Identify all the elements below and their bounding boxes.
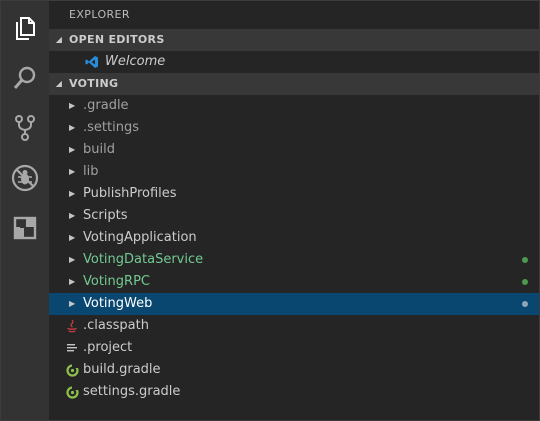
chevron-right-icon: ▶ bbox=[69, 233, 76, 242]
chevron-right-icon: ▶ bbox=[69, 211, 76, 220]
debug-activity-button[interactable] bbox=[1, 153, 49, 203]
lines-file-icon bbox=[65, 342, 79, 354]
folder-label: VotingWeb bbox=[83, 296, 153, 311]
search-activity-button[interactable] bbox=[1, 53, 49, 103]
gradle-icon bbox=[65, 363, 79, 377]
source-control-activity-button[interactable] bbox=[1, 103, 49, 153]
source-control-icon bbox=[12, 114, 38, 142]
explorer-sidebar: EXPLORER ◢ OPEN EDITORS Welcome ◢ VOTING… bbox=[49, 1, 539, 420]
explorer-activity-button[interactable] bbox=[1, 3, 49, 53]
folder-votingdataservice[interactable]: ▶ VotingDataService bbox=[49, 249, 539, 271]
folder-label: PublishProfiles bbox=[83, 186, 177, 201]
open-editor-item[interactable]: Welcome bbox=[49, 51, 539, 73]
folder-votingapplication[interactable]: ▶ VotingApplication bbox=[49, 227, 539, 249]
open-editors-header[interactable]: ◢ OPEN EDITORS bbox=[49, 29, 539, 51]
sidebar-title: EXPLORER bbox=[69, 8, 130, 21]
chevron-down-icon: ◢ bbox=[55, 79, 63, 88]
extensions-icon bbox=[12, 215, 38, 241]
vscode-window: EXPLORER ◢ OPEN EDITORS Welcome ◢ VOTING… bbox=[0, 0, 540, 421]
vscode-icon bbox=[85, 55, 99, 69]
files-icon bbox=[12, 15, 38, 41]
gradle-icon bbox=[65, 385, 79, 399]
file-label: settings.gradle bbox=[83, 384, 181, 399]
folder-settings[interactable]: ▶ .settings bbox=[49, 117, 539, 139]
folder-gradle[interactable]: ▶ .gradle bbox=[49, 95, 539, 117]
folder-scripts[interactable]: ▶ Scripts bbox=[49, 205, 539, 227]
file-project[interactable]: .project bbox=[49, 337, 539, 359]
folder-votingrpc[interactable]: ▶ VotingRPC bbox=[49, 271, 539, 293]
project-label: VOTING bbox=[69, 77, 119, 90]
chevron-right-icon: ▶ bbox=[69, 123, 76, 132]
folder-label: Scripts bbox=[83, 208, 128, 223]
chevron-right-icon: ▶ bbox=[69, 255, 76, 264]
folder-label: .settings bbox=[83, 120, 139, 135]
chevron-right-icon: ▶ bbox=[69, 167, 76, 176]
extensions-activity-button[interactable] bbox=[1, 203, 49, 253]
folder-build[interactable]: ▶ build bbox=[49, 139, 539, 161]
file-settings-gradle[interactable]: settings.gradle bbox=[49, 381, 539, 403]
java-icon bbox=[65, 319, 79, 333]
folder-publishprofiles[interactable]: ▶ PublishProfiles bbox=[49, 183, 539, 205]
open-editors-label: OPEN EDITORS bbox=[69, 33, 165, 46]
chevron-right-icon: ▶ bbox=[69, 189, 76, 198]
folder-votingweb[interactable]: ▶ VotingWeb bbox=[49, 293, 539, 315]
file-label: .classpath bbox=[83, 318, 149, 333]
modified-indicator bbox=[522, 279, 528, 285]
chevron-right-icon: ▶ bbox=[69, 299, 76, 308]
folder-label: build bbox=[83, 142, 115, 157]
file-label: build.gradle bbox=[83, 362, 161, 377]
chevron-right-icon: ▶ bbox=[69, 145, 76, 154]
folder-label: lib bbox=[83, 164, 99, 179]
folder-label: VotingRPC bbox=[83, 274, 150, 289]
folder-label: VotingApplication bbox=[83, 230, 197, 245]
chevron-right-icon: ▶ bbox=[69, 101, 76, 110]
modified-indicator bbox=[522, 301, 528, 307]
file-classpath[interactable]: .classpath bbox=[49, 315, 539, 337]
debug-icon bbox=[11, 164, 39, 192]
open-editor-label: Welcome bbox=[105, 54, 166, 69]
file-build-gradle[interactable]: build.gradle bbox=[49, 359, 539, 381]
folder-label: VotingDataService bbox=[83, 252, 204, 267]
activity-bar bbox=[1, 1, 49, 420]
modified-indicator bbox=[522, 257, 528, 263]
voting-folder-header[interactable]: ◢ VOTING bbox=[49, 73, 539, 95]
file-label: .project bbox=[83, 340, 133, 355]
chevron-down-icon: ◢ bbox=[55, 35, 63, 44]
folder-lib[interactable]: ▶ lib bbox=[49, 161, 539, 183]
search-icon bbox=[12, 65, 38, 91]
folder-label: .gradle bbox=[83, 98, 129, 113]
chevron-right-icon: ▶ bbox=[69, 277, 76, 286]
